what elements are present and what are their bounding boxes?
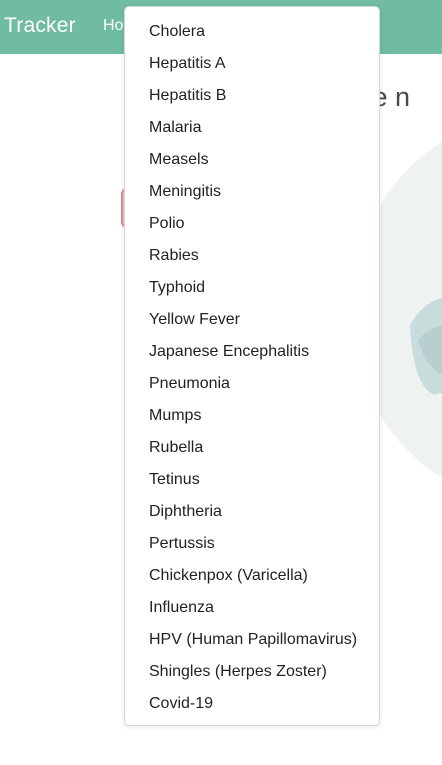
brand-title[interactable]: Tracker <box>4 14 76 38</box>
page: Tracker Ho me n Cholera Hepatitis A Hepati… <box>0 0 442 765</box>
dropdown-item[interactable]: Covid-19 <box>125 688 379 720</box>
dropdown-item[interactable]: Influenza <box>125 592 379 624</box>
dropdown-item[interactable]: Polio <box>125 208 379 240</box>
dropdown-item[interactable]: Japanese Encephalitis <box>125 336 379 368</box>
dropdown-item[interactable]: Yellow Fever <box>125 304 379 336</box>
dropdown-item[interactable]: HPV (Human Papillomavirus) <box>125 624 379 656</box>
dropdown-item[interactable]: Chickenpox (Varicella) <box>125 560 379 592</box>
dropdown-item[interactable]: Hepatitis B <box>125 80 379 112</box>
dropdown-item[interactable]: Tetinus <box>125 464 379 496</box>
dropdown-item[interactable]: Cholera <box>125 16 379 48</box>
dropdown-item[interactable]: Measels <box>125 144 379 176</box>
dropdown-item[interactable]: Meningitis <box>125 176 379 208</box>
dropdown-item[interactable]: Shingles (Herpes Zoster) <box>125 656 379 688</box>
dropdown-item[interactable]: Malaria <box>125 112 379 144</box>
dropdown-item[interactable]: Mumps <box>125 400 379 432</box>
dropdown-item[interactable]: Rabies <box>125 240 379 272</box>
disease-dropdown-menu: Cholera Hepatitis A Hepatitis B Malaria Meas… <box>124 6 380 726</box>
dropdown-item[interactable]: Rubella <box>125 432 379 464</box>
dropdown-item[interactable]: Hepatitis A <box>125 48 379 80</box>
dropdown-item[interactable]: Pertussis <box>125 528 379 560</box>
nav-link-home[interactable]: Ho <box>103 17 123 35</box>
dropdown-item[interactable]: Pneumonia <box>125 368 379 400</box>
dropdown-item[interactable]: Diphtheria <box>125 496 379 528</box>
dropdown-item[interactable]: Typhoid <box>125 272 379 304</box>
